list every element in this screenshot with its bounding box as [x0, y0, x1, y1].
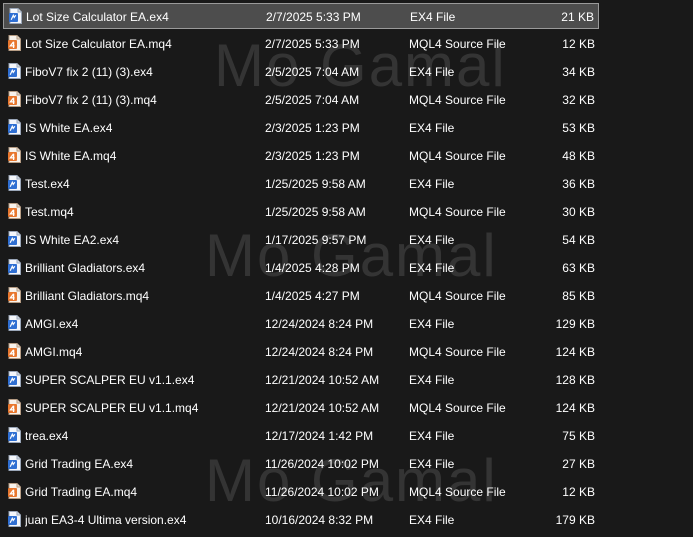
file-size: 179 KB: [555, 513, 595, 527]
ex4-file-icon: [8, 455, 21, 471]
ex4-file-icon: [9, 8, 22, 24]
file-row[interactable]: Brilliant Gladiators.ex4 1/4/2025 4:28 PM…: [3, 255, 599, 281]
mq4-file-icon: [8, 91, 21, 107]
mq4-file-icon: [8, 147, 21, 163]
file-size: 12 KB: [562, 485, 595, 499]
file-date-modified: 11/26/2024 10:02 PM: [265, 485, 379, 499]
ex4-file-icon: [8, 63, 21, 79]
file-size: 124 KB: [555, 345, 595, 359]
file-size: 12 KB: [562, 37, 595, 51]
file-size: 53 KB: [562, 121, 595, 135]
file-row[interactable]: Test.ex4 1/25/2025 9:58 AM EX4 File 36 KB: [3, 171, 599, 197]
file-size: 34 KB: [562, 65, 595, 79]
file-name: Brilliant Gladiators.ex4: [25, 261, 146, 275]
file-date-modified: 12/21/2024 10:52 AM: [265, 401, 380, 415]
file-size: 63 KB: [562, 261, 595, 275]
file-row[interactable]: SUPER SCALPER EU v1.1.ex4 12/21/2024 10:5…: [3, 367, 599, 393]
file-name: IS White EA.ex4: [25, 121, 113, 135]
file-name: Lot Size Calculator EA.ex4: [26, 10, 169, 24]
file-name: Test.ex4: [25, 177, 70, 191]
file-row[interactable]: SUPER SCALPER EU v1.1.mq4 12/21/2024 10:5…: [3, 395, 599, 421]
file-name: Brilliant Gladiators.mq4: [25, 289, 150, 303]
file-size: 129 KB: [555, 317, 595, 331]
mq4-file-icon: [8, 399, 21, 415]
file-row[interactable]: Grid Trading EA.ex4 11/26/2024 10:02 PM EX…: [3, 451, 599, 477]
ex4-file-icon: [8, 371, 21, 387]
file-date-modified: 2/3/2025 1:23 PM: [265, 121, 360, 135]
file-date-modified: 1/4/2025 4:28 PM: [265, 261, 360, 275]
file-row[interactable]: Grid Trading EA.mq4 11/26/2024 10:02 PM MQ…: [3, 479, 599, 505]
file-row[interactable]: Brilliant Gladiators.mq4 1/4/2025 4:27 PM…: [3, 283, 599, 309]
file-row[interactable]: FiboV7 fix 2 (11) (3).ex4 2/5/2025 7:04 A…: [3, 59, 599, 85]
file-date-modified: 1/4/2025 4:27 PM: [265, 289, 360, 303]
file-date-modified: 12/17/2024 1:42 PM: [265, 429, 374, 443]
ex4-file-icon: [8, 119, 21, 135]
file-date-modified: 2/7/2025 5:33 PM: [265, 37, 360, 51]
file-name: FiboV7 fix 2 (11) (3).mq4: [25, 93, 157, 107]
file-name: trea.ex4: [25, 429, 69, 443]
file-row[interactable]: Test.mq4 1/25/2025 9:58 AM MQL4 Source Fil…: [3, 199, 599, 225]
file-row[interactable]: AMGI.ex4 12/24/2024 8:24 PM EX4 File 129 KB: [3, 311, 599, 337]
file-name: SUPER SCALPER EU v1.1.ex4: [25, 373, 195, 387]
file-row[interactable]: IS White EA.mq4 2/3/2025 1:23 PM MQL4 Sour…: [3, 143, 599, 169]
ex4-file-icon: [8, 175, 21, 191]
file-row[interactable]: FiboV7 fix 2 (11) (3).mq4 2/5/2025 7:04 A…: [3, 87, 599, 113]
file-size: 48 KB: [562, 149, 595, 163]
file-name: Grid Trading EA.ex4: [25, 457, 134, 471]
file-date-modified: 2/7/2025 5:33 PM: [266, 10, 361, 24]
file-row[interactable]: trea.ex4 12/17/2024 1:42 PM EX4 File 75 KB: [3, 423, 599, 449]
file-size: 27 KB: [562, 457, 595, 471]
file-name: Grid Trading EA.mq4: [25, 485, 138, 499]
file-row[interactable]: Lot Size Calculator EA.ex4 2/7/2025 5:33 …: [3, 3, 599, 29]
file-list: Lot Size Calculator EA.ex4 2/7/2025 5:33 …: [0, 3, 693, 537]
file-row[interactable]: Lot Size Calculator EA.mq4 2/7/2025 5:33 …: [3, 31, 599, 57]
ex4-file-icon: [8, 427, 21, 443]
file-date-modified: 1/17/2025 9:57 PM: [265, 233, 367, 247]
ex4-file-icon: [8, 259, 21, 275]
ex4-file-icon: [8, 231, 21, 247]
file-date-modified: 12/24/2024 8:24 PM: [265, 317, 374, 331]
file-date-modified: 2/5/2025 7:04 AM: [265, 65, 360, 79]
mq4-file-icon: [8, 35, 21, 51]
file-size: 75 KB: [562, 429, 595, 443]
file-date-modified: 1/25/2025 9:58 AM: [265, 177, 366, 191]
ex4-file-icon: [8, 511, 21, 527]
mq4-file-icon: [8, 343, 21, 359]
file-date-modified: 11/26/2024 10:02 PM: [265, 457, 379, 471]
file-row[interactable]: IS White EA.ex4 2/3/2025 1:23 PM EX4 File 5…: [3, 115, 599, 141]
file-size: 21 KB: [561, 10, 594, 24]
file-date-modified: 1/25/2025 9:58 AM: [265, 205, 366, 219]
file-date-modified: 2/3/2025 1:23 PM: [265, 149, 360, 163]
file-name: juan EA3-4 Ultima version.ex4: [25, 513, 187, 527]
file-size: 30 KB: [562, 205, 595, 219]
file-size: 36 KB: [562, 177, 595, 191]
ex4-file-icon: [8, 315, 21, 331]
file-date-modified: 12/21/2024 10:52 AM: [265, 373, 380, 387]
file-name: AMGI.mq4: [25, 345, 83, 359]
mq4-file-icon: [8, 287, 21, 303]
file-size: 85 KB: [562, 289, 595, 303]
file-date-modified: 10/16/2024 8:32 PM: [265, 513, 374, 527]
file-name: FiboV7 fix 2 (11) (3).ex4: [25, 65, 153, 79]
file-name: IS White EA.mq4: [25, 149, 117, 163]
file-size: 128 KB: [555, 373, 595, 387]
file-date-modified: 2/5/2025 7:04 AM: [265, 93, 360, 107]
file-size: 32 KB: [562, 93, 595, 107]
file-name: IS White EA2.ex4: [25, 233, 120, 247]
mq4-file-icon: [8, 203, 21, 219]
file-row[interactable]: IS White EA2.ex4 1/17/2025 9:57 PM EX4 Fil…: [3, 227, 599, 253]
file-name: AMGI.ex4: [25, 317, 79, 331]
file-name: SUPER SCALPER EU v1.1.mq4: [25, 401, 199, 415]
file-date-modified: 12/24/2024 8:24 PM: [265, 345, 374, 359]
file-row[interactable]: AMGI.mq4 12/24/2024 8:24 PM MQL4 Source Fi…: [3, 339, 599, 365]
file-size: 54 KB: [562, 233, 595, 247]
file-row[interactable]: juan EA3-4 Ultima version.ex4 10/16/2024 …: [3, 507, 599, 533]
mq4-file-icon: [8, 483, 21, 499]
file-name: Lot Size Calculator EA.mq4: [25, 37, 172, 51]
file-size: 124 KB: [555, 401, 595, 415]
file-name: Test.mq4: [25, 205, 74, 219]
